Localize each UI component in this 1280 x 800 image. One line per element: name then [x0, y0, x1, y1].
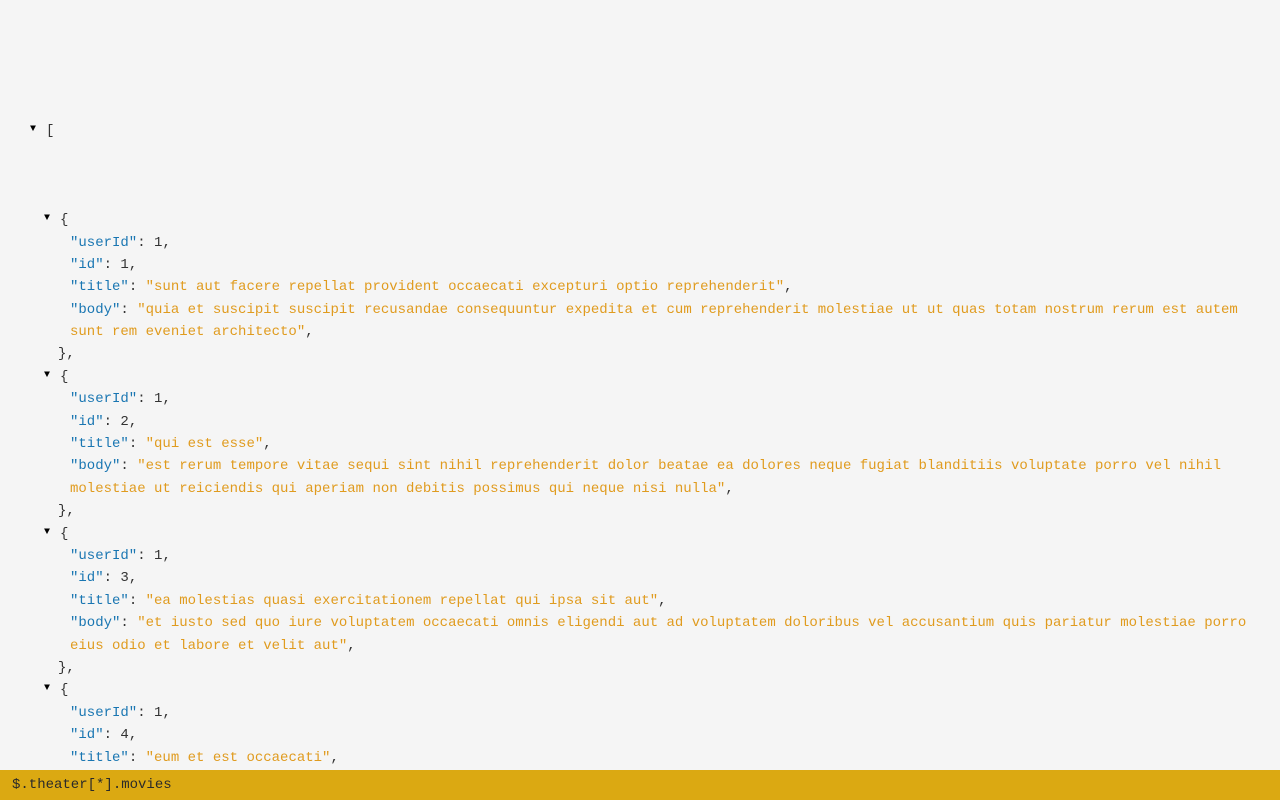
brace-open: { [60, 366, 68, 388]
jsonpath-filter-input[interactable] [12, 777, 1268, 793]
json-object: ▼{"userId": 1,"id": 2,"title": "qui est … [20, 366, 1260, 523]
collapse-toggle-icon[interactable]: ▼ [44, 211, 58, 227]
jsonpath-filter-bar [0, 770, 1280, 800]
json-key: "id" [70, 414, 104, 430]
array-root-open[interactable]: ▼ [ [20, 120, 1260, 142]
json-property: "body": "est rerum tempore vitae sequi s… [20, 455, 1260, 500]
json-property: "userId": 1, [20, 702, 1260, 724]
json-property: "body": "quia et suscipit suscipit recus… [20, 299, 1260, 344]
object-close-row: }, [20, 657, 1260, 679]
json-key: "userId" [70, 235, 137, 251]
object-close-row: }, [20, 500, 1260, 522]
json-property: "title": "eum et est occaecati", [20, 747, 1260, 769]
json-property: "id": 1, [20, 254, 1260, 276]
json-property: "title": "ea molestias quasi exercitatio… [20, 590, 1260, 612]
object-open-row[interactable]: ▼{ [20, 679, 1260, 701]
object-open-row[interactable]: ▼{ [20, 366, 1260, 388]
json-key: "title" [70, 593, 129, 609]
json-key: "userId" [70, 391, 137, 407]
json-object: ▼{"userId": 1,"id": 4,"title": "eum et e… [20, 679, 1260, 770]
json-value: 1 [120, 257, 128, 273]
brace-close: }, [58, 343, 75, 365]
json-tree-viewer[interactable]: ▼ [ ▼{"userId": 1,"id": 1,"title": "sunt… [0, 0, 1280, 770]
json-object: ▼{"userId": 1,"id": 3,"title": "ea moles… [20, 523, 1260, 680]
object-open-row[interactable]: ▼{ [20, 523, 1260, 545]
json-value: 4 [120, 727, 128, 743]
object-open-row[interactable]: ▼{ [20, 209, 1260, 231]
brace-close: }, [58, 500, 75, 522]
json-value: "ea molestias quasi exercitationem repel… [146, 593, 658, 609]
json-value: "sunt aut facere repellat provident occa… [146, 279, 785, 295]
json-key: "id" [70, 570, 104, 586]
json-value: 2 [120, 414, 128, 430]
brace-close: }, [58, 657, 75, 679]
brace-open: { [60, 679, 68, 701]
json-key: "body" [70, 302, 120, 318]
json-value: 3 [120, 570, 128, 586]
collapse-toggle-icon[interactable]: ▼ [30, 122, 44, 138]
json-property: "title": "sunt aut facere repellat provi… [20, 276, 1260, 298]
collapse-toggle-icon[interactable]: ▼ [44, 681, 58, 697]
brace-open: { [60, 209, 68, 231]
json-key: "id" [70, 257, 104, 273]
bracket-open: [ [46, 120, 54, 142]
json-property: "userId": 1, [20, 388, 1260, 410]
json-object: ▼{"userId": 1,"id": 1,"title": "sunt aut… [20, 209, 1260, 366]
json-key: "title" [70, 279, 129, 295]
json-value: "quia et suscipit suscipit recusandae co… [70, 302, 1246, 340]
json-key: "userId" [70, 548, 137, 564]
json-property: "title": "qui est esse", [20, 433, 1260, 455]
collapse-toggle-icon[interactable]: ▼ [44, 368, 58, 384]
json-property: "userId": 1, [20, 545, 1260, 567]
json-property: "body": "et iusto sed quo iure voluptate… [20, 612, 1260, 657]
json-value: "et iusto sed quo iure voluptatem occaec… [70, 615, 1255, 653]
json-key: "body" [70, 615, 120, 631]
json-property: "id": 2, [20, 411, 1260, 433]
json-value: "est rerum tempore vitae sequi sint nihi… [70, 458, 1229, 496]
json-property: "id": 4, [20, 724, 1260, 746]
json-key: "title" [70, 750, 129, 766]
json-key: "title" [70, 436, 129, 452]
collapse-toggle-icon[interactable]: ▼ [44, 525, 58, 541]
object-close-row: }, [20, 343, 1260, 365]
json-property: "userId": 1, [20, 232, 1260, 254]
json-key: "body" [70, 458, 120, 474]
json-value: "qui est esse" [146, 436, 264, 452]
brace-open: { [60, 523, 68, 545]
json-key: "id" [70, 727, 104, 743]
json-property: "id": 3, [20, 567, 1260, 589]
json-key: "userId" [70, 705, 137, 721]
json-value: "eum et est occaecati" [146, 750, 331, 766]
